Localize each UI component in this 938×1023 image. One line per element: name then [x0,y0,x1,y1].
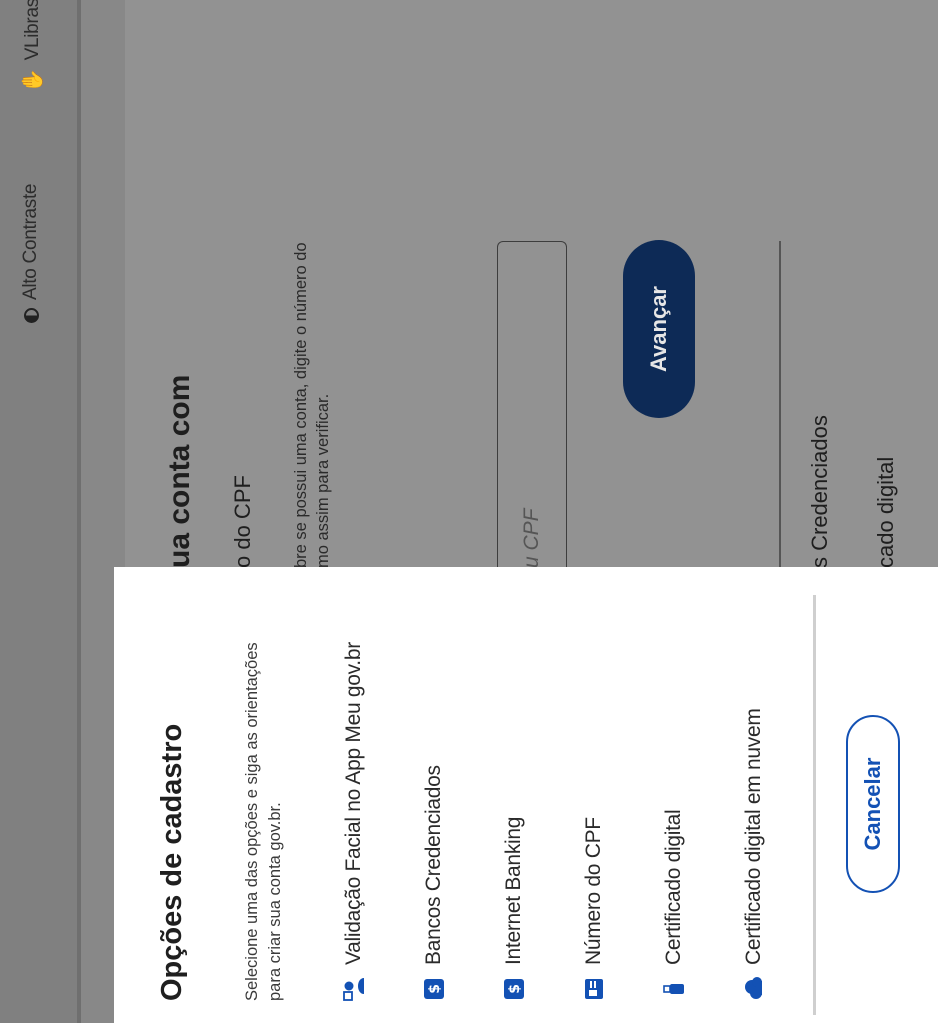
option-cpf-number[interactable]: Número do CPF [576,642,612,1001]
vlibras-toggle[interactable]: ✋ VLibras [20,0,45,93]
modal-divider [813,595,816,1015]
face-id-icon [342,977,366,1001]
option-label: Certificado digital em nuvem [742,708,765,965]
advance-button[interactable]: Avançar [623,240,695,418]
registration-options-list: Validação Facial no App Meu gov.br $ Ban… [336,642,772,1001]
internet-banking-icon: $ [502,977,526,1001]
svg-text:$: $ [427,984,443,993]
background-cpf-input[interactable]: u CPF [497,241,567,568]
svg-text:$: $ [507,984,523,993]
screen: Alto Contraste ✋ VLibras ua conta com o … [0,0,938,1023]
option-label: Bancos Credenciados [422,765,445,965]
option-internet-banking[interactable]: $ Internet Banking [496,642,532,1001]
option-label: Internet Banking [502,816,525,965]
usb-token-icon [662,977,686,1001]
sign-language-icon: ✋ [22,68,44,93]
option-label: Certificado digital [662,809,685,965]
background-title: ua conta com [163,374,196,568]
background-subtitle: o do CPF [230,475,255,568]
background-cpf-placeholder: u CPF [520,508,543,568]
vlibras-label: VLibras [21,0,43,61]
background-description: bre se possui uma conta, digite o número… [292,242,332,568]
option-facial-validation[interactable]: Validação Facial no App Meu gov.br [336,642,372,1001]
option-digital-certificate[interactable]: Certificado digital [656,642,692,1001]
option-cloud-certificate[interactable]: Certificado digital em nuvem [736,642,772,1001]
option-credentialed-banks[interactable]: $ Bancos Credenciados [416,642,452,1001]
rotated-page: Alto Contraste ✋ VLibras ua conta com o … [0,0,938,1023]
cancel-button[interactable]: Cancelar [846,715,900,893]
high-contrast-label: Alto Contraste [20,183,41,300]
background-option-certificate[interactable]: cado digital [873,457,899,568]
high-contrast-toggle[interactable]: Alto Contraste [20,184,42,323]
contrast-icon [23,308,39,323]
modal-title: Opções de cadastro [156,723,188,1001]
bank-icon: $ [422,977,446,1001]
registration-options-modal: Opções de cadastro Selecione uma das opç… [114,567,938,1023]
background-divider [779,241,781,568]
background-login-card: ua conta com o do CPF bre se possui uma … [125,0,938,568]
background-option-banks[interactable]: s Credenciados [807,415,833,568]
option-label: Validação Facial no App Meu gov.br [342,642,365,965]
option-label: Número do CPF [582,817,605,965]
accessibility-bar: Alto Contraste ✋ VLibras [0,0,81,1023]
cloud-certificate-icon [742,977,766,1001]
modal-description: Selecione uma das opções e siga as orien… [243,642,284,1001]
id-card-icon [582,977,606,1001]
